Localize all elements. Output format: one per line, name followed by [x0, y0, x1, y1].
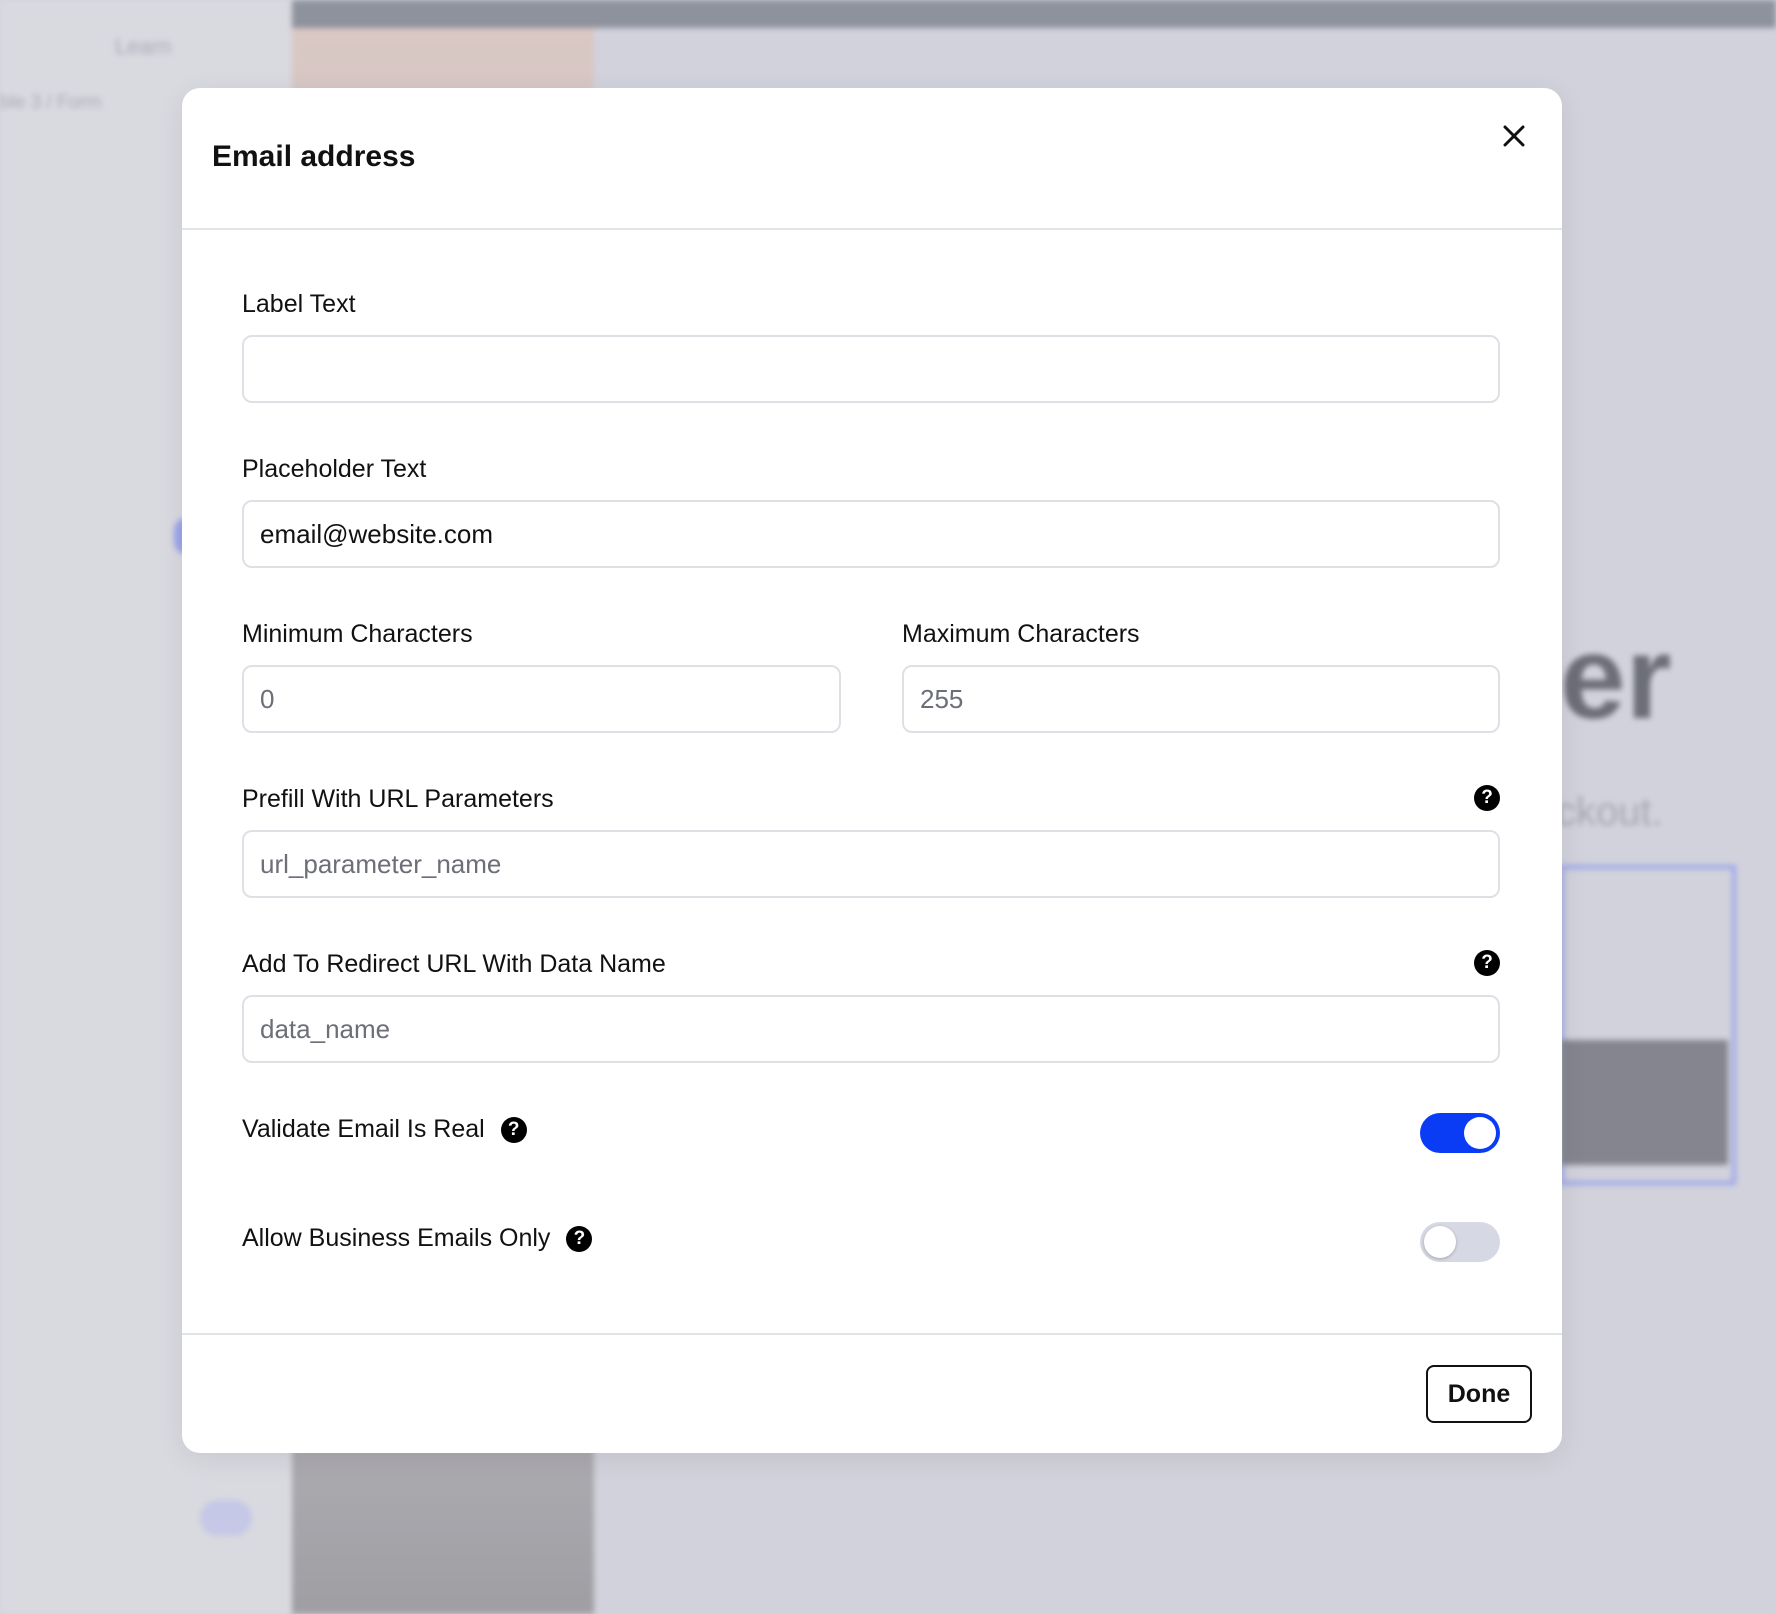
modal-header: Email address [182, 88, 1562, 230]
done-button[interactable]: Done [1426, 1365, 1532, 1423]
prefill-help-icon[interactable]: ? [1474, 785, 1500, 811]
business-emails-help-icon[interactable]: ? [566, 1225, 593, 1252]
maximum-characters-label: Maximum Characters [902, 620, 1140, 648]
validate-email-row: Validate Email Is Real ? [242, 1115, 527, 1144]
validate-email-help-icon[interactable]: ? [500, 1116, 527, 1143]
prefill-url-field: Prefill With URL Parameters [242, 785, 554, 814]
close-icon [1503, 125, 1525, 147]
background-button-block [1560, 1040, 1728, 1165]
label-text-label: Label Text [242, 290, 356, 318]
placeholder-text-field: Placeholder Text [242, 455, 426, 484]
minimum-characters-field: Minimum Characters [242, 620, 473, 649]
placeholder-text-label: Placeholder Text [242, 455, 427, 483]
toggle-knob [1424, 1226, 1456, 1258]
close-button[interactable] [1496, 118, 1532, 154]
background-breadcrumb: ble 3 / Form [0, 92, 102, 113]
redirect-url-field: Add To Redirect URL With Data Name [242, 950, 666, 979]
label-text-field: Label Text [242, 290, 356, 319]
background-subtext: ckout. [1556, 790, 1663, 834]
business-emails-label: Allow Business Emails Only [242, 1224, 551, 1252]
placeholder-text-input[interactable] [242, 500, 1500, 568]
validate-email-toggle[interactable] [1420, 1113, 1500, 1153]
business-emails-toggle[interactable] [1420, 1222, 1500, 1262]
redirect-help-icon[interactable]: ? [1474, 950, 1500, 976]
modal-footer: Done [182, 1333, 1562, 1455]
redirect-url-label: Add To Redirect URL With Data Name [242, 950, 666, 978]
minimum-characters-label: Minimum Characters [242, 620, 473, 648]
label-text-input[interactable] [242, 335, 1500, 403]
email-field-settings-modal: Email address Label Text Placeholder Tex… [182, 88, 1562, 1453]
business-emails-row: Allow Business Emails Only ? [242, 1224, 593, 1253]
maximum-characters-field: Maximum Characters [902, 620, 1140, 649]
background-topbar [292, 0, 1776, 28]
background-learn-label: Learn [115, 34, 172, 59]
minimum-characters-input[interactable] [242, 665, 841, 733]
toggle-knob [1464, 1117, 1496, 1149]
background-toggle [200, 1500, 252, 1536]
prefill-url-label: Prefill With URL Parameters [242, 785, 554, 813]
maximum-characters-input[interactable] [902, 665, 1500, 733]
modal-title: Email address [212, 140, 416, 173]
background-heading: er [1560, 612, 1672, 744]
prefill-url-input[interactable] [242, 830, 1500, 898]
redirect-url-input[interactable] [242, 995, 1500, 1063]
validate-email-label: Validate Email Is Real [242, 1115, 485, 1143]
